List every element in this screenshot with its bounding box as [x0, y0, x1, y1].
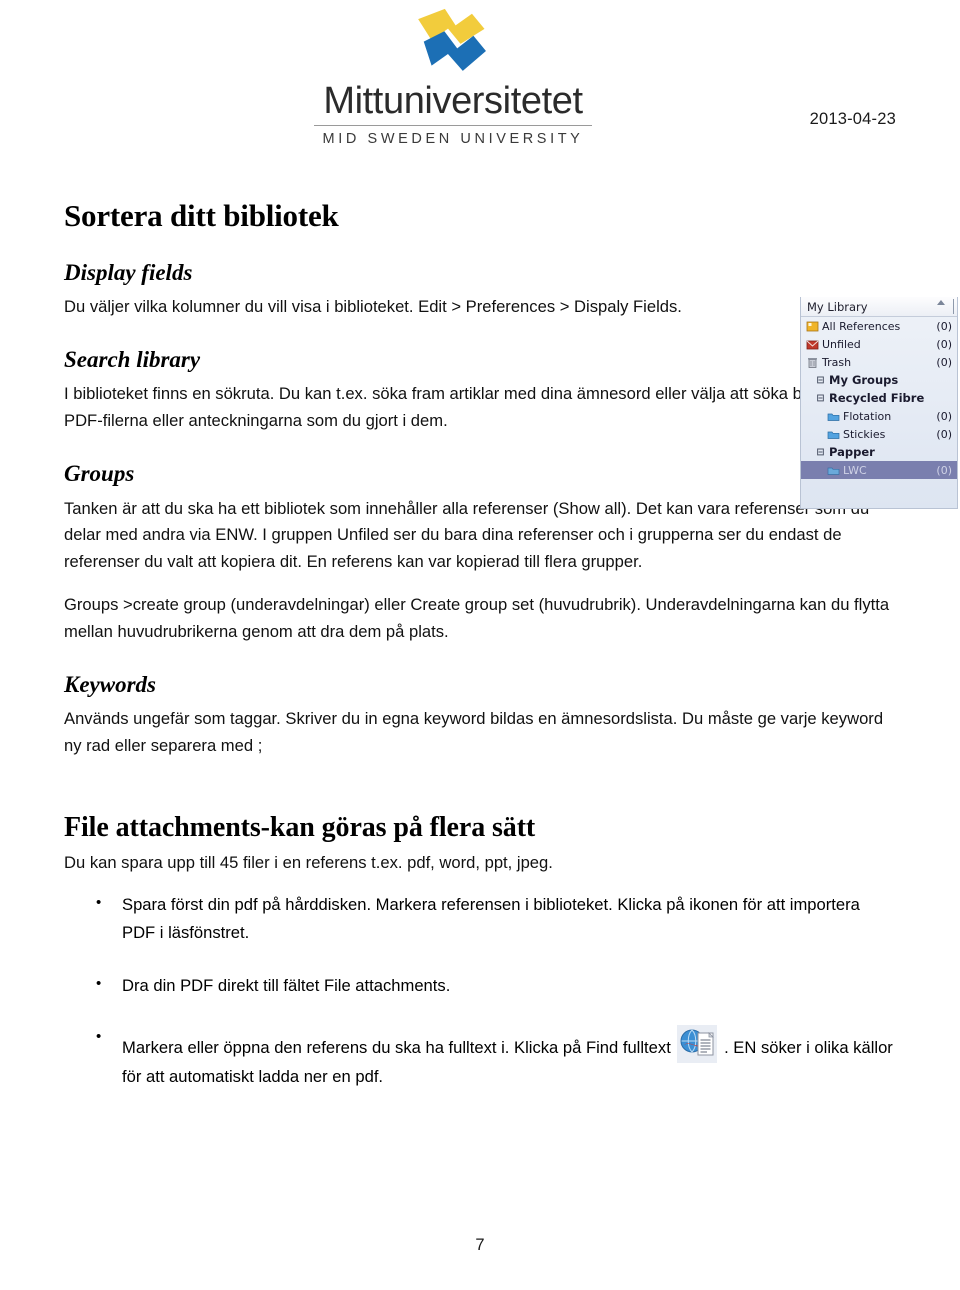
paragraph-keywords: Används ungefär som taggar. Skriver du i…: [64, 709, 884, 756]
endnote-panel-header: My Library: [801, 297, 957, 317]
folder-icon: [827, 410, 840, 423]
endnote-row-count: (0): [936, 463, 952, 477]
list-item: • Dra din PDF direkt till fältet File at…: [64, 972, 896, 999]
endnote-row-lwc-selected[interactable]: LWC (0): [801, 461, 957, 479]
heading-display-fields: Display fields: [64, 259, 193, 285]
endnote-row-count: (0): [936, 355, 952, 369]
endnote-row-flotation[interactable]: Flotation (0): [801, 407, 957, 425]
logo-wordmark: Mittuniversitetet: [323, 80, 583, 122]
document-page: Mittuniversitetet MID SWEDEN UNIVERSITY …: [0, 0, 960, 1290]
paragraph-search-library: I biblioteket finns en sökruta. Du kan t…: [64, 384, 834, 431]
endnote-row-label: Papper: [829, 445, 875, 459]
file-attachments-bullet-list: • Spara först din pdf på hårddisken. Mar…: [64, 891, 896, 1091]
endnote-panel-title: My Library: [807, 299, 868, 314]
scroll-up-arrow-icon[interactable]: [937, 300, 945, 305]
trash-icon: [806, 356, 819, 369]
find-fulltext-icon: [677, 1025, 718, 1064]
endnote-row-count: (0): [936, 319, 952, 333]
endnote-row-label: Stickies: [843, 427, 886, 441]
endnote-row-label: Recycled Fibre: [829, 391, 925, 405]
heading-search-library: Search library: [64, 346, 201, 372]
paragraph-groups-2: Groups >create group (underavdelningar) …: [64, 595, 890, 642]
list-item: • Spara först din pdf på hårddisken. Mar…: [64, 891, 896, 946]
endnote-row-count: (0): [936, 337, 952, 351]
panel-divider: [953, 299, 954, 314]
list-item-text-before: Markera eller öppna den referens du ska …: [122, 1038, 671, 1058]
university-logo: Mittuniversitetet MID SWEDEN UNIVERSITY: [308, 4, 598, 147]
list-item: • Markera eller öppna den referens du sk…: [64, 1025, 896, 1090]
logo-subtitle: MID SWEDEN UNIVERSITY: [322, 131, 584, 147]
list-item-text: Spara först din pdf på hårddisken. Marke…: [122, 895, 860, 942]
bullet-icon: •: [96, 974, 102, 992]
paragraph-display-fields: Du väljer vilka kolumner du vill visa i …: [64, 297, 682, 317]
list-item-text: Dra din PDF direkt till fältet File atta…: [122, 975, 451, 995]
page-title: Sortera ditt bibliotek: [64, 198, 339, 233]
all-references-icon: [806, 320, 819, 333]
expander-icon[interactable]: ⊟: [815, 375, 826, 386]
expander-icon[interactable]: ⊟: [815, 393, 826, 404]
expander-icon[interactable]: ⊟: [815, 447, 826, 458]
endnote-row-unfiled[interactable]: Unfiled (0): [801, 335, 957, 353]
endnote-row-label: All References: [822, 319, 901, 333]
folder-icon: [827, 464, 840, 477]
endnote-row-count: (0): [936, 427, 952, 441]
paragraph-groups-1: Tanken är att du ska ha ett bibliotek so…: [64, 498, 870, 572]
endnote-row-all-references[interactable]: All References (0): [801, 317, 957, 335]
endnote-row-label: My Groups: [829, 373, 899, 387]
bullet-icon: •: [96, 894, 102, 912]
endnote-row-label: LWC: [843, 463, 867, 477]
endnote-row-label: Trash: [822, 355, 852, 369]
page-header: Mittuniversitetet MID SWEDEN UNIVERSITY …: [64, 0, 896, 150]
paragraph-file-attachments: Du kan spara upp till 45 filer i en refe…: [64, 853, 553, 873]
endnote-row-stickies[interactable]: Stickies (0): [801, 425, 957, 443]
document-date: 2013-04-23: [809, 110, 896, 128]
bullet-icon: •: [96, 1028, 102, 1046]
folder-icon: [827, 428, 840, 441]
endnote-group-my-groups[interactable]: ⊟ My Groups: [801, 371, 957, 389]
heading-keywords: Keywords: [64, 671, 156, 697]
endnote-row-label: Unfiled: [822, 337, 861, 351]
endnote-row-trash[interactable]: Trash (0): [801, 353, 957, 371]
heading-groups: Groups: [64, 461, 135, 487]
endnote-panel-clipped-row: [801, 498, 957, 508]
endnote-row-count: (0): [936, 409, 952, 423]
heading-file-attachments: File attachments-kan göras på flera sätt: [64, 812, 536, 844]
endnote-group-papper[interactable]: ⊟ Papper: [801, 443, 957, 461]
mittuniversitetet-logo-mark: [394, 4, 512, 78]
endnote-row-label: Flotation: [843, 409, 892, 423]
unfiled-icon: [806, 338, 819, 351]
logo-divider: [314, 125, 592, 126]
endnote-group-recycled-fibre[interactable]: ⊟ Recycled Fibre: [801, 389, 957, 407]
page-number: 7: [475, 1236, 485, 1254]
endnote-library-panel-figure: My Library All References (0) Unfiled (0…: [800, 297, 958, 509]
